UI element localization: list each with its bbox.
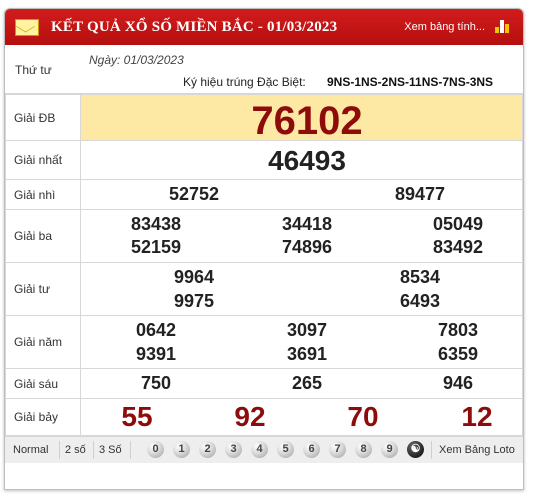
prize-number: 34418 — [281, 214, 333, 234]
results-panel: KẾT QUẢ XỔ SỐ MIỀN BẮC - 01/03/2023 Xem … — [4, 8, 524, 490]
view-table-link[interactable]: Xem bảng tính... — [404, 21, 485, 33]
digit-filter-1[interactable]: 1 — [173, 441, 190, 458]
prize-label: Giải năm — [5, 315, 81, 369]
prize-number: 74896 — [281, 237, 333, 257]
draw-date: Ngày: 01/03/2023 — [89, 53, 184, 67]
results-title: KẾT QUẢ XỔ SỐ MIỀN BẮC - 01/03/2023 — [51, 18, 338, 35]
prize-number: 9964 — [173, 267, 215, 287]
prize-row-sau: Giải sáu 750 265 946 — [5, 368, 523, 399]
results-header: KẾT QUẢ XỔ SỐ MIỀN BẮC - 01/03/2023 Xem … — [5, 9, 523, 45]
mode-3-digits[interactable]: 3 Số — [99, 444, 122, 456]
prize-row-bay: Giải bảy 55 92 70 12 — [5, 398, 523, 436]
prize-number: 6493 — [399, 291, 441, 311]
digit-filter-5[interactable]: 5 — [277, 441, 294, 458]
weekday-label: Thứ tư — [15, 63, 52, 77]
envelope-icon — [15, 18, 39, 36]
prize-number-db: 76102 — [251, 99, 363, 143]
digit-filter-9[interactable]: 9 — [381, 441, 398, 458]
prize-number: 89477 — [394, 184, 446, 204]
digit-filter-2[interactable]: 2 — [199, 441, 216, 458]
yin-yang-icon[interactable]: ☯ — [407, 441, 424, 458]
prize-number: 70 — [347, 401, 379, 432]
prize-number: 3691 — [286, 344, 328, 364]
prize-number: 9391 — [135, 344, 177, 364]
results-table: Giải ĐB 76102 Giải nhất 46493 Giải nhì 5… — [5, 94, 523, 436]
bar-chart-icon[interactable] — [495, 19, 511, 33]
prize-number: 92 — [234, 401, 266, 432]
prize-row-nam: Giải năm 0642 3097 7803 9391 3691 6359 — [5, 315, 523, 369]
prize-label: Giải nhất — [5, 140, 81, 180]
prize-number: 52752 — [168, 184, 220, 204]
prize-row-ba: Giải ba 83438 34418 05049 52159 74896 83… — [5, 209, 523, 263]
prize-number: 7803 — [437, 320, 479, 340]
prize-number: 8534 — [399, 267, 441, 287]
loto-table-link[interactable]: Xem Bảng Loto — [439, 444, 515, 456]
prize-number: 12 — [461, 401, 493, 432]
prize-number: 46493 — [268, 145, 346, 176]
prize-row-db: Giải ĐB 76102 — [5, 94, 523, 143]
digit-filter-0[interactable]: 0 — [147, 441, 164, 458]
prize-number: 0642 — [135, 320, 177, 340]
prize-number: 55 — [121, 401, 153, 432]
prize-label: Giải nhì — [5, 179, 81, 210]
digit-filter-3[interactable]: 3 — [225, 441, 242, 458]
prize-number: 3097 — [286, 320, 328, 340]
special-code-value: 9NS-1NS-2NS-11NS-7NS-3NS — [327, 75, 494, 89]
prize-number: 9975 — [173, 291, 215, 311]
prize-number: 265 — [291, 373, 323, 393]
prize-label: Giải ba — [5, 209, 81, 263]
prize-number: 946 — [442, 373, 474, 393]
mode-normal[interactable]: Normal — [13, 444, 48, 456]
prize-row-tu: Giải tư 9964 8534 9975 6493 — [5, 262, 523, 316]
prize-number: 750 — [140, 373, 172, 393]
prize-number: 83492 — [432, 237, 484, 257]
prize-number: 6359 — [437, 344, 479, 364]
results-footer: Normal 2 số 3 Số 0 1 2 3 4 5 6 7 8 9 ☯ X… — [5, 436, 523, 463]
digit-filter-4[interactable]: 4 — [251, 441, 268, 458]
digit-filter-8[interactable]: 8 — [355, 441, 372, 458]
prize-label: Giải tư — [5, 262, 81, 316]
prize-row-nhi: Giải nhì 52752 89477 — [5, 179, 523, 210]
prize-number: 52159 — [130, 237, 182, 257]
prize-number: 05049 — [432, 214, 484, 234]
special-code-label: Ký hiệu trúng Đặc Biệt: — [183, 75, 306, 89]
prize-label: Giải sáu — [5, 368, 81, 399]
mode-2-digits[interactable]: 2 số — [65, 444, 86, 456]
prize-row-nhat: Giải nhất 46493 — [5, 140, 523, 180]
draw-info: Thứ tư Ngày: 01/03/2023 Ký hiệu trúng Đặ… — [5, 45, 523, 94]
prize-label: Giải ĐB — [5, 94, 81, 141]
digit-filter-6[interactable]: 6 — [303, 441, 320, 458]
prize-label: Giải bảy — [5, 398, 81, 436]
digit-filter-7[interactable]: 7 — [329, 441, 346, 458]
prize-number: 83438 — [130, 214, 182, 234]
